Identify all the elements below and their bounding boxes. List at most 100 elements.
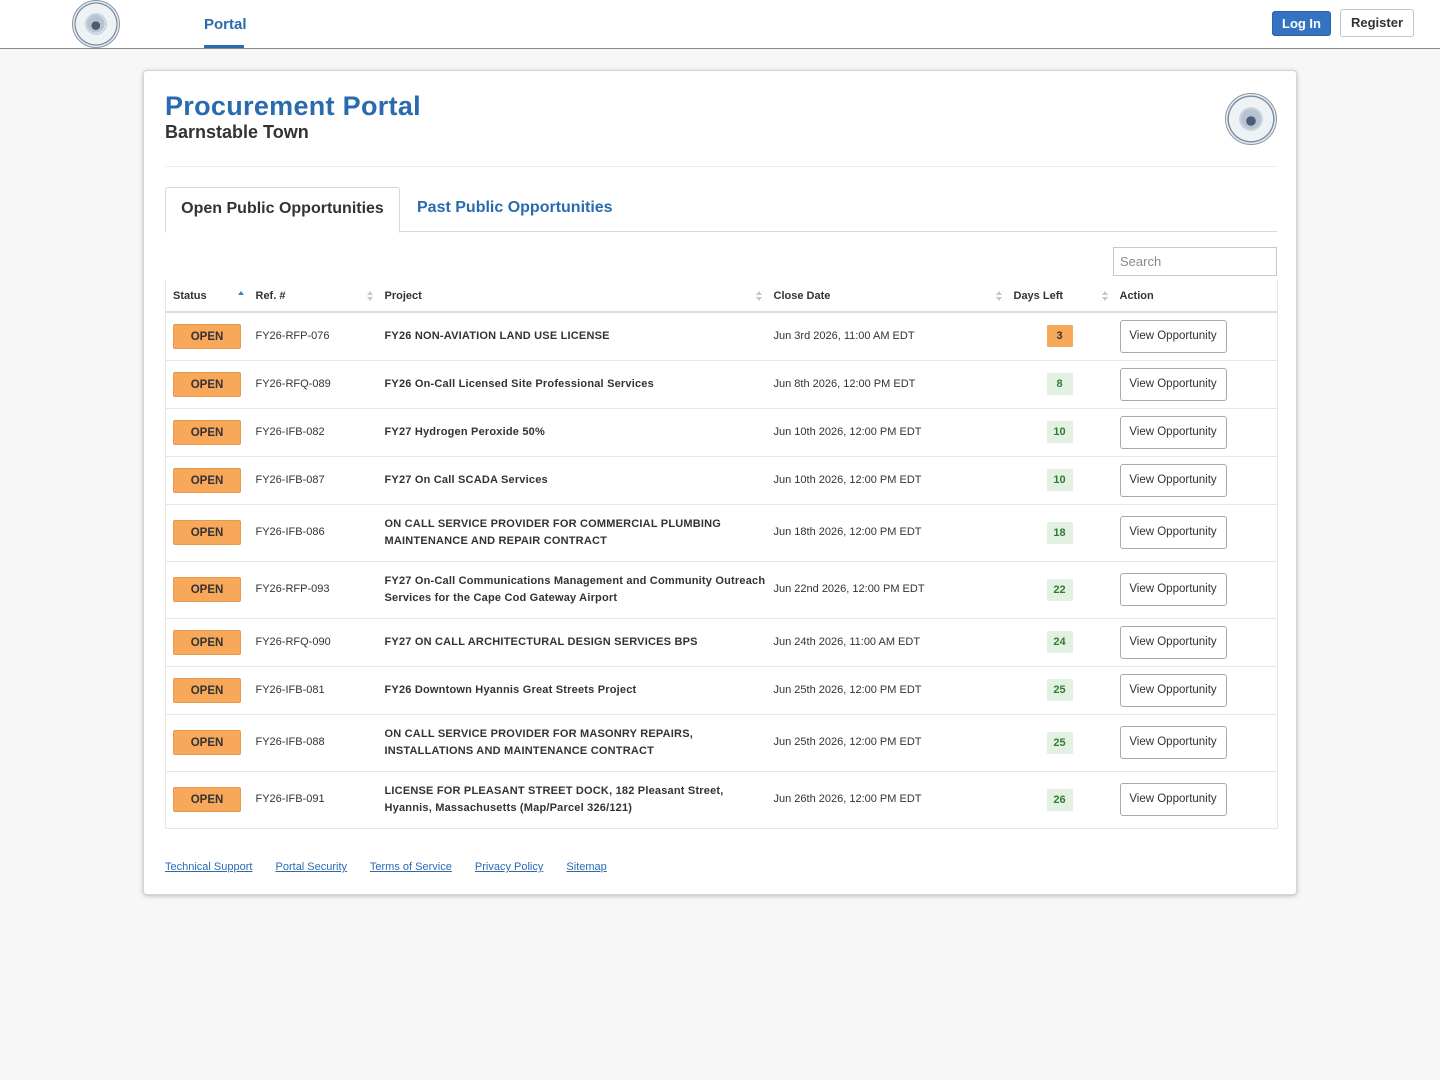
- view-opportunity-button[interactable]: View Opportunity: [1119, 516, 1227, 549]
- footer-link-privacy-policy[interactable]: Privacy Policy: [475, 861, 543, 873]
- ref-number: FY26-IFB-082: [248, 407, 378, 456]
- table-row: OPEN FY26-IFB-086 ON CALL SERVICE PROVID…: [165, 503, 1278, 561]
- column-header-project[interactable]: Project: [377, 280, 767, 313]
- status-badge: OPEN: [173, 371, 241, 397]
- column-header-close-date[interactable]: Close Date: [766, 280, 1007, 313]
- sort-icon: [756, 291, 764, 303]
- close-date: Jun 18th 2026, 12:00 PM EDT: [766, 503, 1007, 561]
- ref-number: FY26-IFB-081: [248, 665, 378, 714]
- days-left-badge: 24: [1046, 631, 1073, 653]
- project-name: FY27 On-Call Communications Management a…: [377, 560, 767, 618]
- close-date: Jun 24th 2026, 11:00 AM EDT: [766, 617, 1007, 666]
- sort-asc-icon: [238, 291, 246, 303]
- header-divider: [165, 166, 1277, 167]
- days-left-badge: 3: [1046, 325, 1073, 348]
- project-name: FY27 On Call SCADA Services: [377, 455, 767, 504]
- footer-link-sitemap[interactable]: Sitemap: [566, 861, 606, 873]
- tab-past-opportunities[interactable]: Past Public Opportunities: [417, 187, 613, 232]
- ref-number: FY26-IFB-087: [248, 455, 378, 504]
- close-date: Jun 25th 2026, 12:00 PM EDT: [766, 665, 1007, 714]
- portal-card: Procurement Portal Barnstable Town Open …: [143, 70, 1297, 895]
- project-name: FY27 ON CALL ARCHITECTURAL DESIGN SERVIC…: [377, 617, 767, 666]
- top-nav: Portal Log In Register: [0, 0, 1440, 49]
- view-opportunity-button[interactable]: View Opportunity: [1119, 726, 1227, 759]
- project-name: FY26 Downtown Hyannis Great Streets Proj…: [377, 665, 767, 714]
- close-date: Jun 3rd 2026, 11:00 AM EDT: [766, 311, 1007, 360]
- column-header-action: Action: [1112, 280, 1278, 313]
- footer-links: Technical Support Portal Security Terms …: [165, 861, 627, 873]
- search-input[interactable]: [1113, 247, 1277, 276]
- ref-number: FY26-RFP-076: [248, 311, 378, 360]
- table-row: OPEN FY26-IFB-087 FY27 On Call SCADA Ser…: [165, 455, 1278, 504]
- days-left-badge: 25: [1046, 731, 1073, 754]
- ref-number: FY26-RFQ-090: [248, 617, 378, 666]
- page-subtitle: Barnstable Town: [165, 122, 309, 142]
- days-left-badge: 22: [1046, 578, 1073, 601]
- status-badge: OPEN: [173, 629, 241, 655]
- view-opportunity-button[interactable]: View Opportunity: [1119, 415, 1227, 449]
- ref-number: FY26-IFB-091: [248, 770, 378, 829]
- days-left-badge: 18: [1046, 521, 1073, 544]
- days-left-badge: 10: [1046, 469, 1073, 491]
- ref-number: FY26-RFP-093: [248, 560, 378, 618]
- table-row: OPEN FY26-RFP-093 FY27 On-Call Communica…: [165, 560, 1278, 618]
- close-date: Jun 25th 2026, 12:00 PM EDT: [766, 713, 1007, 771]
- days-left-badge: 25: [1046, 679, 1073, 701]
- page-title: Procurement Portal: [165, 91, 421, 121]
- close-date: Jun 10th 2026, 12:00 PM EDT: [766, 455, 1007, 504]
- ref-number: FY26-IFB-086: [248, 503, 378, 561]
- view-opportunity-button[interactable]: View Opportunity: [1119, 319, 1227, 353]
- table-row: OPEN FY26-RFQ-089 FY26 On-Call Licensed …: [165, 359, 1278, 408]
- project-name: FY27 Hydrogen Peroxide 50%: [377, 407, 767, 456]
- status-badge: OPEN: [173, 467, 241, 493]
- view-opportunity-button[interactable]: View Opportunity: [1119, 783, 1227, 816]
- project-name: FY26 On-Call Licensed Site Professional …: [377, 359, 767, 408]
- register-button[interactable]: Register: [1340, 9, 1414, 37]
- table-row: OPEN FY26-IFB-088 ON CALL SERVICE PROVID…: [165, 713, 1278, 771]
- sort-icon: [996, 291, 1004, 303]
- opportunities-table: Status Ref. # Project Close Date Days Le…: [165, 280, 1278, 829]
- sort-icon: [1102, 291, 1110, 303]
- status-badge: OPEN: [173, 677, 241, 703]
- table-row: OPEN FY26-RFP-076 FY26 NON-AVIATION LAND…: [165, 311, 1278, 360]
- days-left-badge: 10: [1046, 421, 1073, 443]
- footer-link-portal-security[interactable]: Portal Security: [276, 861, 348, 873]
- status-badge: OPEN: [173, 323, 241, 349]
- project-name: ON CALL SERVICE PROVIDER FOR COMMERCIAL …: [377, 503, 767, 561]
- view-opportunity-button[interactable]: View Opportunity: [1119, 673, 1227, 707]
- table-row: OPEN FY26-IFB-081 FY26 Downtown Hyannis …: [165, 665, 1278, 714]
- table-row: OPEN FY26-IFB-091 LICENSE FOR PLEASANT S…: [165, 770, 1278, 829]
- town-seal-icon: [1225, 93, 1277, 145]
- column-header-days-left[interactable]: Days Left: [1006, 280, 1113, 313]
- footer-link-terms-of-service[interactable]: Terms of Service: [370, 861, 452, 873]
- close-date: Jun 10th 2026, 12:00 PM EDT: [766, 407, 1007, 456]
- sort-icon: [367, 291, 375, 303]
- status-badge: OPEN: [173, 419, 241, 445]
- view-opportunity-button[interactable]: View Opportunity: [1119, 625, 1227, 659]
- view-opportunity-button[interactable]: View Opportunity: [1119, 573, 1227, 606]
- ref-number: FY26-RFQ-089: [248, 359, 378, 408]
- close-date: Jun 22nd 2026, 12:00 PM EDT: [766, 560, 1007, 618]
- tab-open-opportunities[interactable]: Open Public Opportunities: [165, 187, 400, 233]
- status-badge: OPEN: [173, 520, 241, 545]
- project-name: ON CALL SERVICE PROVIDER FOR MASONRY REP…: [377, 713, 767, 771]
- town-seal-logo[interactable]: [72, 0, 120, 48]
- close-date: Jun 8th 2026, 12:00 PM EDT: [766, 359, 1007, 408]
- view-opportunity-button[interactable]: View Opportunity: [1119, 463, 1227, 497]
- close-date: Jun 26th 2026, 12:00 PM EDT: [766, 770, 1007, 829]
- view-opportunity-button[interactable]: View Opportunity: [1119, 367, 1227, 401]
- table-row: OPEN FY26-IFB-082 FY27 Hydrogen Peroxide…: [165, 407, 1278, 456]
- footer-link-technical-support[interactable]: Technical Support: [165, 861, 252, 873]
- column-header-status[interactable]: Status: [165, 280, 249, 313]
- opportunity-tabs: Open Public Opportunities Past Public Op…: [165, 187, 1277, 233]
- login-button[interactable]: Log In: [1272, 11, 1331, 36]
- project-name: LICENSE FOR PLEASANT STREET DOCK, 182 Pl…: [377, 770, 767, 829]
- ref-number: FY26-IFB-088: [248, 713, 378, 771]
- table-row: OPEN FY26-RFQ-090 FY27 ON CALL ARCHITECT…: [165, 617, 1278, 666]
- nav-tab-portal[interactable]: Portal: [204, 14, 247, 48]
- column-header-ref[interactable]: Ref. #: [248, 280, 378, 313]
- status-badge: OPEN: [173, 787, 241, 812]
- days-left-badge: 8: [1046, 373, 1073, 395]
- project-name: FY26 NON-AVIATION LAND USE LICENSE: [377, 311, 767, 360]
- days-left-badge: 26: [1046, 788, 1073, 811]
